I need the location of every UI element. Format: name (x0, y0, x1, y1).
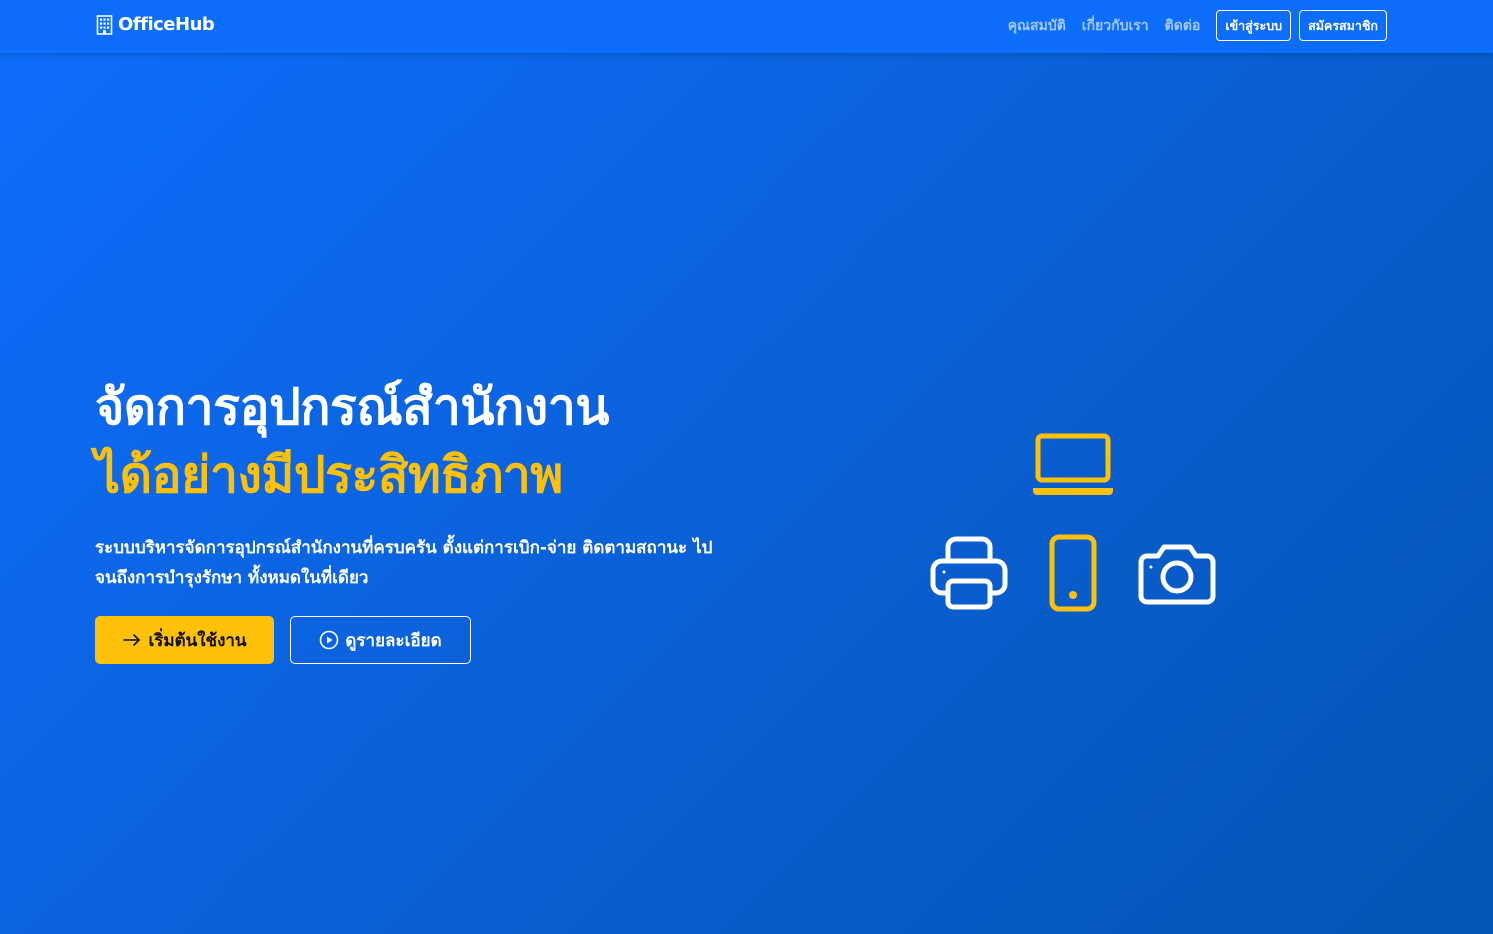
signup-button[interactable]: สมัครสมาชิก (1299, 10, 1387, 41)
hero-title-line1: จัดการอุปกรณ์สำนักงาน (95, 378, 609, 436)
laptop-icon (1033, 433, 1113, 495)
hero-title-line2: ได้อย่างมีประสิทธิภาพ (95, 446, 563, 504)
brand-logo[interactable]: OfficeHub (96, 14, 215, 35)
phone-icon (1049, 534, 1097, 612)
nav-link-about[interactable]: เกี่ยวกับเรา (1082, 15, 1149, 37)
hero-title: จัดการอุปกรณ์สำนักงาน ได้อย่างมีประสิทธิ… (95, 373, 609, 509)
nav-menu: คุณสมบัติ เกี่ยวกับเรา ติดต่อ เข้าสู่ระบ… (1008, 10, 1387, 41)
start-button-label: เริ่มต้นใช้งาน (148, 630, 247, 651)
camera-icon (1138, 544, 1216, 605)
login-button[interactable]: เข้าสู่ระบบ (1216, 10, 1292, 41)
detail-button-label: ดูรายละเอียด (345, 630, 442, 651)
hero-description: ระบบบริหารจัดการอุปกรณ์สำนักงานที่ครบครั… (95, 538, 713, 588)
building-icon (96, 14, 113, 35)
nav-link-contact[interactable]: ติดต่อ (1165, 15, 1201, 37)
printer-icon (930, 536, 1008, 610)
detail-button[interactable]: ดูรายละเอียด (290, 616, 471, 664)
brand-name: OfficeHub (118, 14, 215, 35)
start-button[interactable]: เริ่มต้นใช้งาน (95, 616, 274, 664)
arrow-right-icon (123, 634, 141, 646)
navbar: OfficeHub คุณสมบัติ เกี่ยวกับเรา ติดต่อ … (0, 0, 1493, 53)
play-circle-icon (320, 630, 339, 650)
nav-link-features[interactable]: คุณสมบัติ (1008, 15, 1066, 37)
